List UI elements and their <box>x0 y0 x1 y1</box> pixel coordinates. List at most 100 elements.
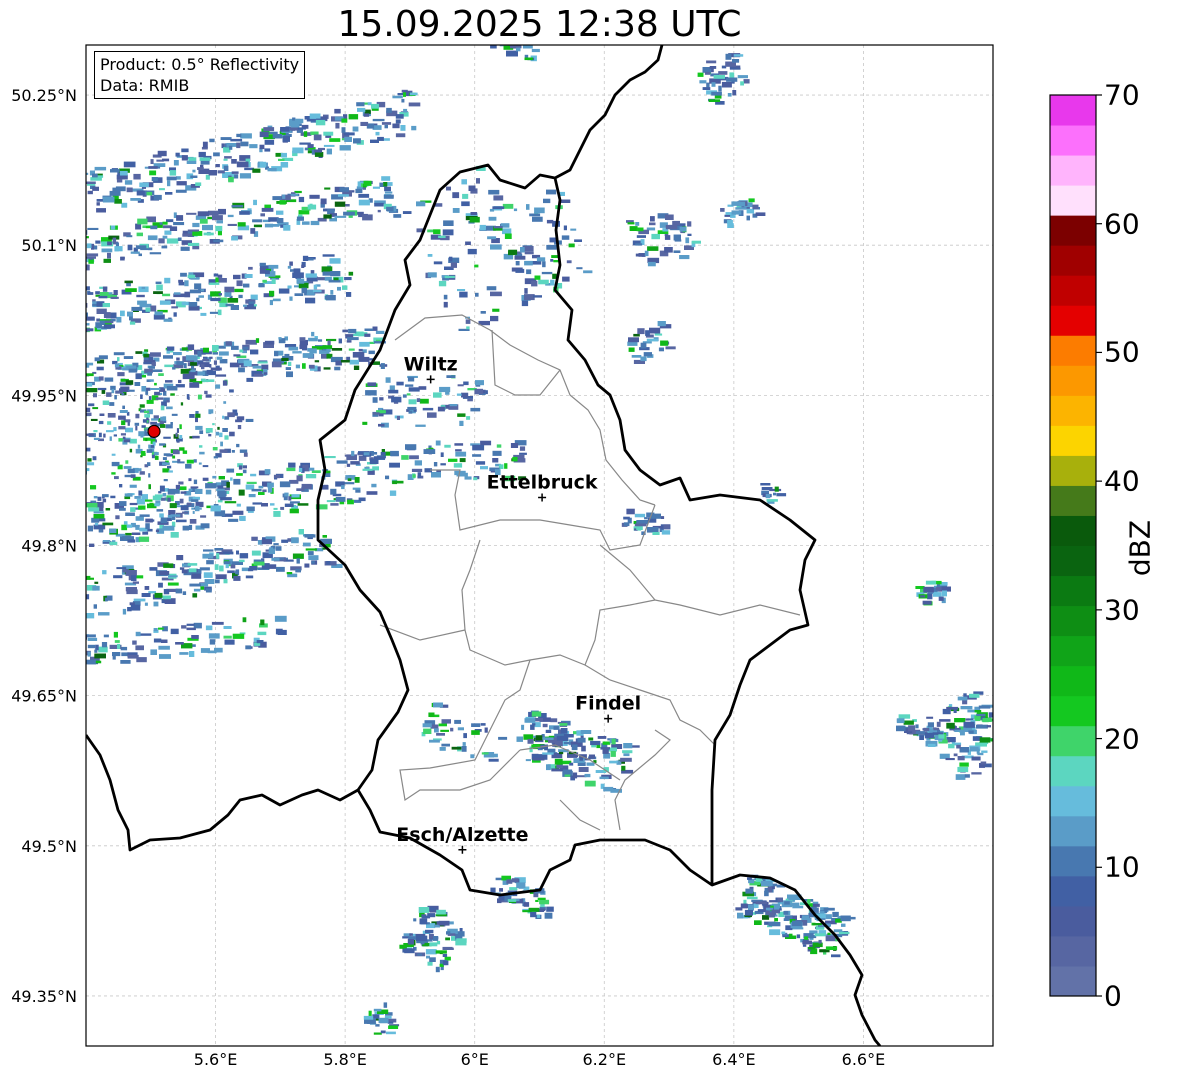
echo-cell <box>231 159 237 164</box>
echo-cell <box>550 718 558 723</box>
lon-tick-label: 6.4°E <box>712 1050 756 1069</box>
echo-cell <box>162 468 170 473</box>
echo-cell <box>163 436 171 439</box>
echo-cell <box>276 218 284 223</box>
echo-cell <box>643 352 652 357</box>
echo-cell <box>185 463 192 469</box>
echo-cell <box>363 180 372 186</box>
echo-cell <box>920 595 926 598</box>
echo-cell <box>264 469 271 475</box>
city-marker <box>426 375 435 384</box>
echo-cell <box>233 354 241 357</box>
echo-cell <box>129 484 137 488</box>
echo-cell <box>441 743 450 747</box>
echo-cell <box>184 527 192 530</box>
echo-cell <box>239 349 244 353</box>
echo-cell <box>141 386 147 392</box>
echo-cell <box>92 456 97 461</box>
echo-cell <box>597 736 607 739</box>
echo-cell <box>292 553 304 559</box>
echo-cell <box>219 449 228 453</box>
echo-cell <box>236 280 243 287</box>
echo-cell <box>464 476 472 480</box>
echo-cell <box>235 570 239 575</box>
echo-cell <box>307 551 314 555</box>
echo-cell <box>546 189 557 195</box>
echo-cell <box>664 247 673 253</box>
echo-cell <box>205 588 212 593</box>
echo-cell <box>167 465 172 469</box>
echo-cell <box>223 635 232 639</box>
echo-cell <box>328 279 341 283</box>
echo-cell <box>224 435 229 440</box>
echo-cell <box>67 657 78 663</box>
echo-cell <box>145 307 151 312</box>
echo-cell <box>372 397 378 403</box>
colorbar-segment <box>1050 305 1096 336</box>
echo-cell <box>808 946 816 950</box>
echo-cell <box>307 144 314 148</box>
echo-cell <box>138 536 150 542</box>
echo-cell <box>381 176 391 181</box>
echo-cell <box>342 329 349 333</box>
echo-cell <box>287 285 292 289</box>
echo-cell <box>393 480 404 484</box>
echo-cell <box>373 1008 382 1012</box>
echo-cell <box>162 221 168 225</box>
echo-cell <box>542 723 548 728</box>
echo-cell <box>180 272 187 277</box>
echo-cell <box>166 346 175 351</box>
echo-cell <box>92 173 98 178</box>
echo-cell <box>309 194 320 199</box>
echo-cell <box>898 714 911 719</box>
echo-cell <box>530 912 537 918</box>
echo-cell <box>363 1015 374 1020</box>
echo-cell <box>801 915 810 919</box>
echo-cell <box>144 586 150 590</box>
echo-cell <box>362 421 368 425</box>
echo-cell <box>515 268 525 273</box>
echo-cell <box>125 380 134 385</box>
echo-cell <box>442 953 448 957</box>
echo-cell <box>94 245 98 250</box>
echo-cell <box>721 81 732 88</box>
echo-cell <box>186 459 194 464</box>
echo-cell <box>175 588 183 594</box>
echo-cell <box>532 757 545 761</box>
echo-cell <box>427 272 437 278</box>
echo-cell <box>87 190 93 195</box>
radar-echoes <box>67 45 1011 1035</box>
echo-cell <box>363 452 370 456</box>
echo-cell <box>288 346 299 351</box>
echo-cell <box>486 286 497 291</box>
radar-site-marker[interactable] <box>147 424 161 438</box>
echo-cell <box>957 696 968 701</box>
echo-cell <box>509 887 518 891</box>
echo-cell <box>224 156 232 159</box>
echo-cell <box>181 625 187 629</box>
echo-cell <box>979 737 991 743</box>
echo-cell <box>326 295 336 301</box>
product-info-box: Product: 0.5° Reflectivity Data: RMIB <box>94 51 306 99</box>
echo-cell <box>511 878 519 883</box>
colorbar-tick-label: 20 <box>1104 722 1140 756</box>
echo-cell <box>113 575 123 579</box>
echo-cell <box>81 447 83 450</box>
colorbar-segment <box>1050 665 1096 697</box>
echo-cell <box>1002 736 1011 738</box>
echo-cell <box>187 229 200 232</box>
echo-cell <box>596 744 601 749</box>
echo-cell <box>665 346 676 350</box>
echo-cell <box>773 905 780 910</box>
echo-cell <box>109 190 121 196</box>
echo-cell <box>155 397 164 400</box>
radar-map[interactable]: WiltzEttelbruckFindelEsch/Alzette 5.6°E 5… <box>0 0 1184 1081</box>
echo-cell <box>192 169 196 173</box>
echo-cell <box>457 727 464 731</box>
echo-cell <box>434 728 439 733</box>
echo-cell <box>236 443 240 448</box>
colorbar-tick-label: 40 <box>1104 464 1140 498</box>
echo-cell <box>537 914 541 918</box>
echo-cell <box>140 435 144 438</box>
echo-cell <box>203 356 208 359</box>
